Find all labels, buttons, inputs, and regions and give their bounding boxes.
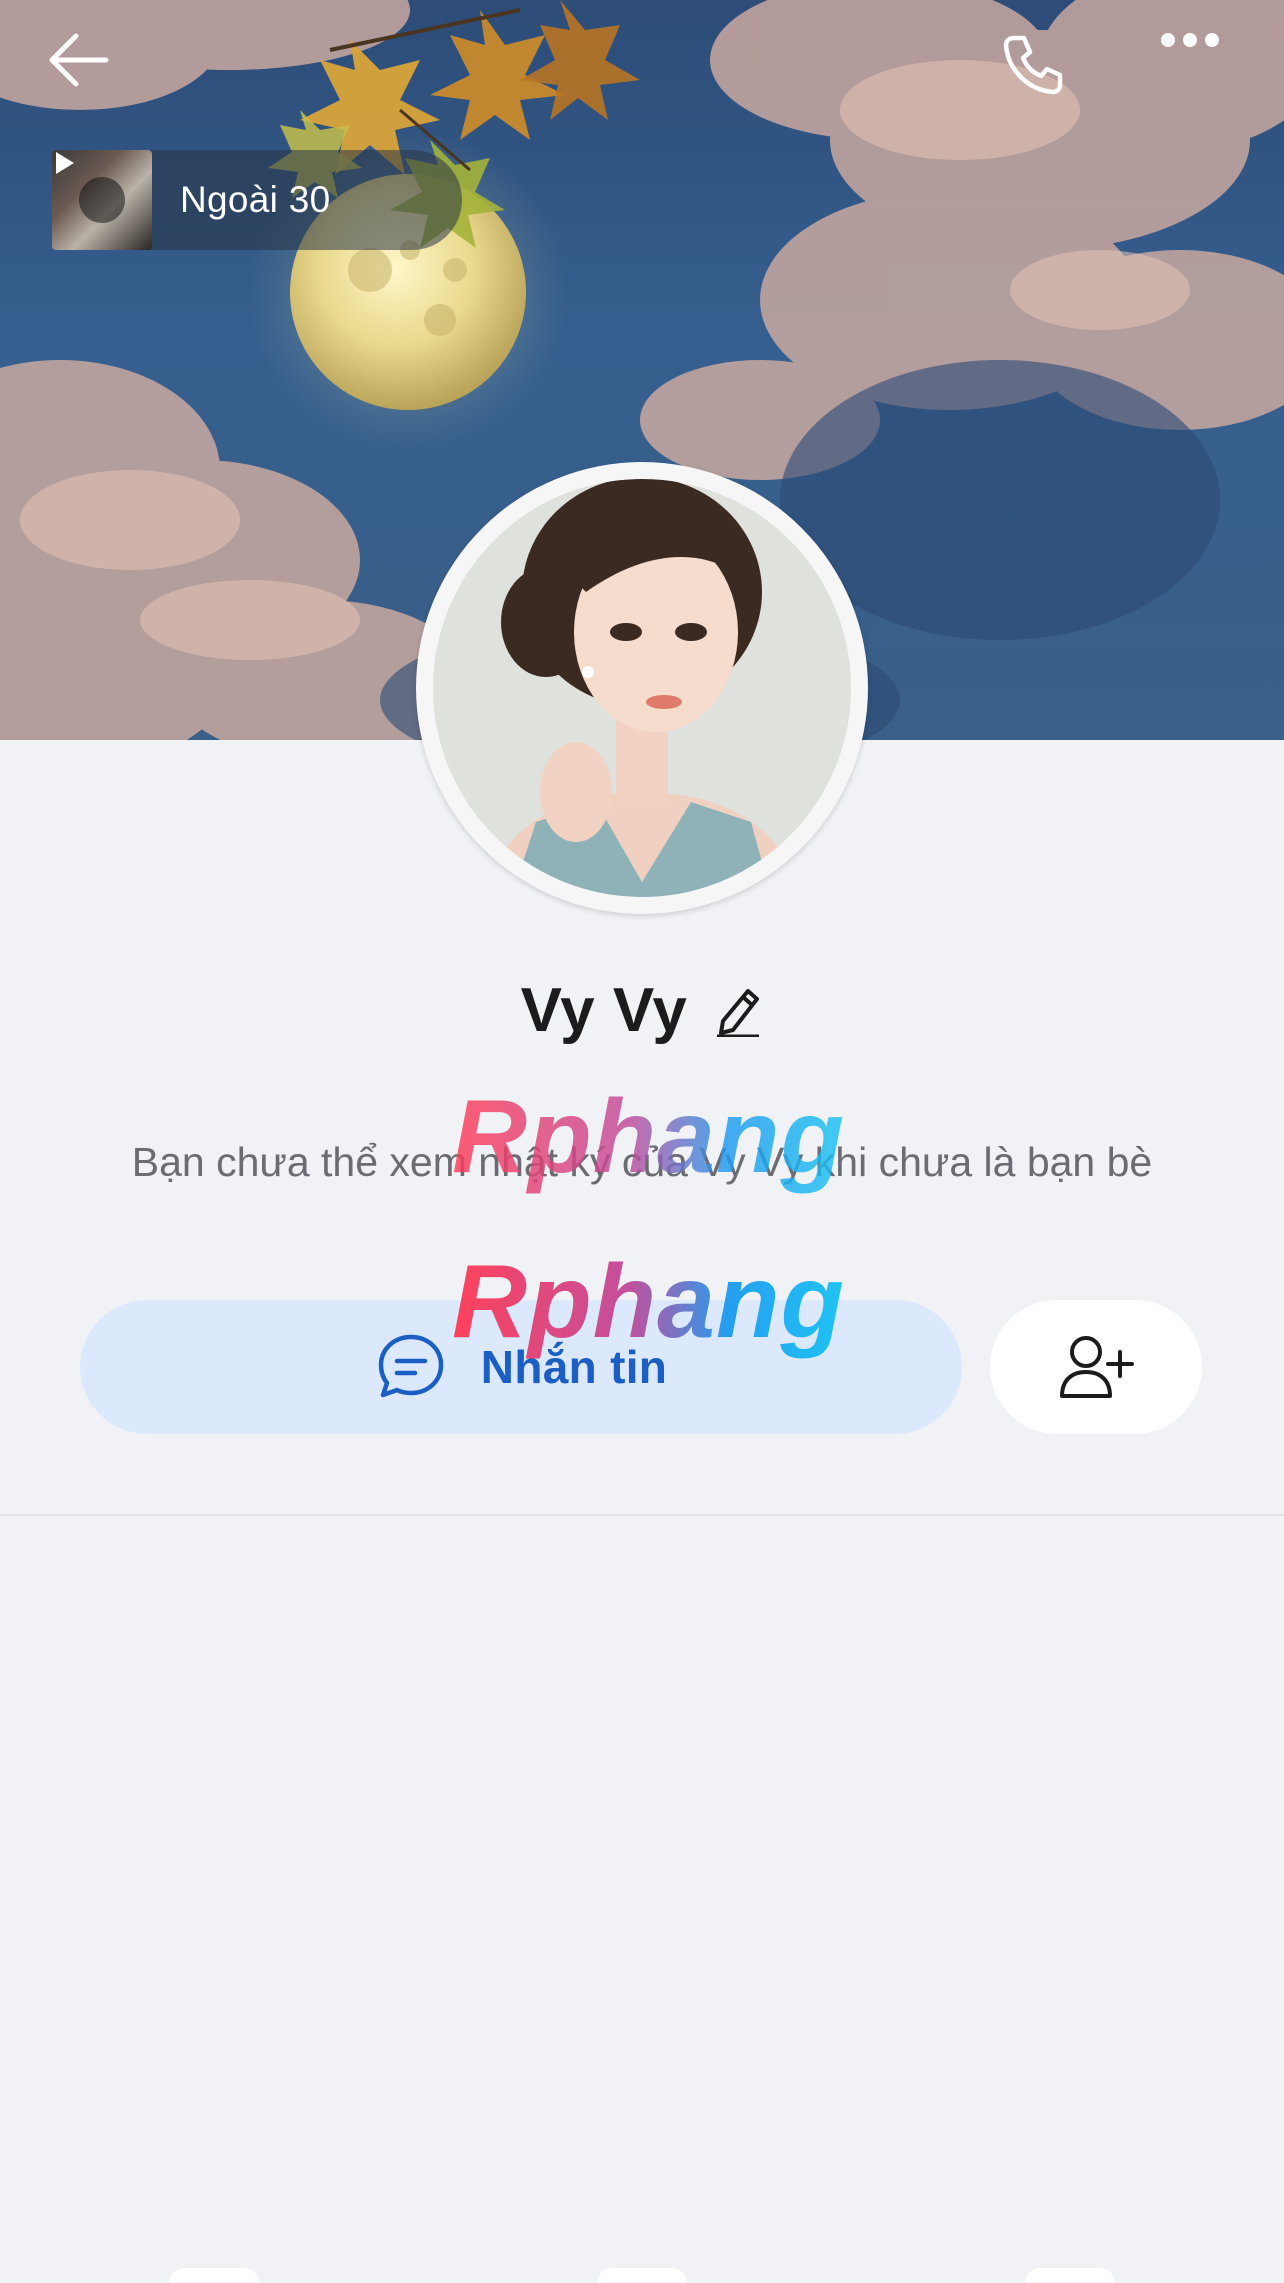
- call-button[interactable]: [1000, 32, 1090, 112]
- play-icon: [56, 152, 74, 174]
- user-plus-icon: [1060, 1336, 1134, 1398]
- diary-privacy-notice: Bạn chưa thể xem nhật ký của Vy Vy khi c…: [131, 1139, 1153, 1185]
- ellipsis-icon: [1161, 33, 1219, 47]
- music-title: Ngoài 30: [180, 179, 331, 220]
- more-button[interactable]: [1160, 32, 1250, 112]
- send-message-button[interactable]: Nhắn tin: [80, 1300, 962, 1434]
- profile-name-row: Vy Vy: [0, 968, 1284, 1052]
- pencil-icon: [717, 989, 760, 1037]
- avatar-illustration: [423, 469, 861, 907]
- section-divider: [0, 1514, 1284, 1516]
- profile-screen: Ngoài 30 Vy Vy Bạn chưa thể xem nhật ký …: [0, 0, 1284, 2283]
- arrow-left-icon: [49, 33, 109, 87]
- profile-music-player[interactable]: Ngoài 30: [52, 150, 462, 250]
- edit-name-button[interactable]: [713, 982, 763, 1038]
- profile-name: Vy Vy: [520, 975, 688, 1045]
- add-friend-button[interactable]: [990, 1300, 1202, 1434]
- bottom-edge: [0, 2268, 1284, 2283]
- send-message-label: Nhắn tin: [480, 1341, 668, 1393]
- back-button[interactable]: [48, 32, 136, 112]
- music-cover-thumbnail: [52, 150, 152, 250]
- avatar[interactable]: [416, 462, 868, 914]
- phone-icon: [1003, 35, 1063, 95]
- play-button[interactable]: [56, 152, 125, 223]
- chat-bubble-icon: [375, 1331, 447, 1403]
